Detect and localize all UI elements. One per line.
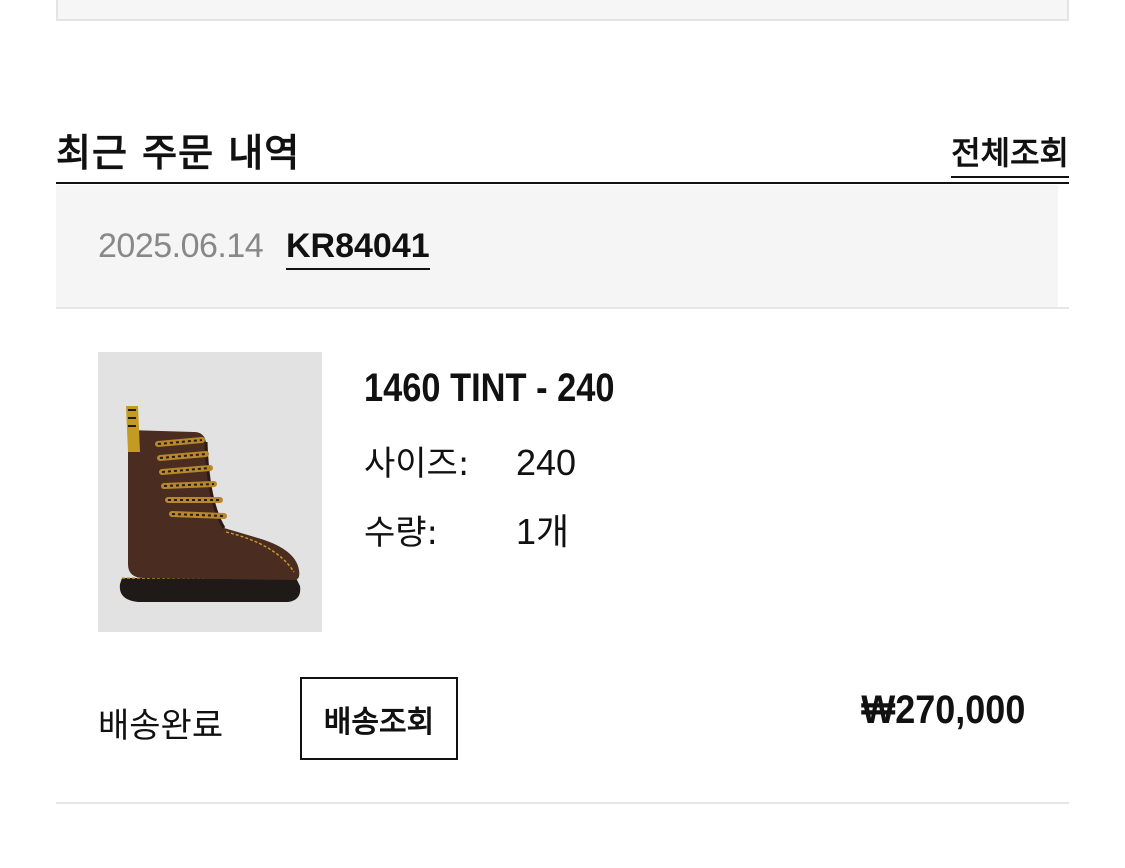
recent-orders-header: 최근 주문 내역 전체조회 bbox=[56, 112, 1069, 184]
size-label: 사이즈: bbox=[364, 444, 470, 484]
section-title: 최근 주문 내역 bbox=[56, 131, 301, 175]
divider bbox=[56, 802, 1069, 804]
delivery-status: 배송완료 bbox=[98, 706, 224, 746]
product-name[interactable]: 1460 TINT - 240 bbox=[364, 366, 614, 411]
order-date: 2025.06.14 bbox=[98, 227, 264, 265]
quantity-label: 수량: bbox=[364, 513, 439, 553]
order-meta-row: 2025.06.14 KR84041 bbox=[56, 185, 1058, 307]
boot-icon bbox=[98, 352, 322, 632]
track-delivery-button[interactable]: 배송조회 bbox=[300, 677, 458, 760]
quantity-value: 1개 bbox=[516, 511, 570, 552]
quantity-row: 수량: 1개 bbox=[364, 503, 569, 555]
order-price: ₩270,000 bbox=[860, 688, 1025, 732]
page: 최근 주문 내역 전체조회 2025.06.14 KR84041 1460 TI… bbox=[0, 0, 1125, 868]
product-image[interactable] bbox=[98, 352, 322, 632]
divider bbox=[56, 307, 1069, 309]
order-number-link[interactable]: KR84041 bbox=[286, 227, 430, 270]
size-row: 사이즈: 240 bbox=[364, 436, 576, 485]
size-value: 240 bbox=[516, 442, 577, 483]
view-all-link[interactable]: 전체조회 bbox=[951, 128, 1069, 178]
previous-section-box bbox=[56, 0, 1069, 21]
